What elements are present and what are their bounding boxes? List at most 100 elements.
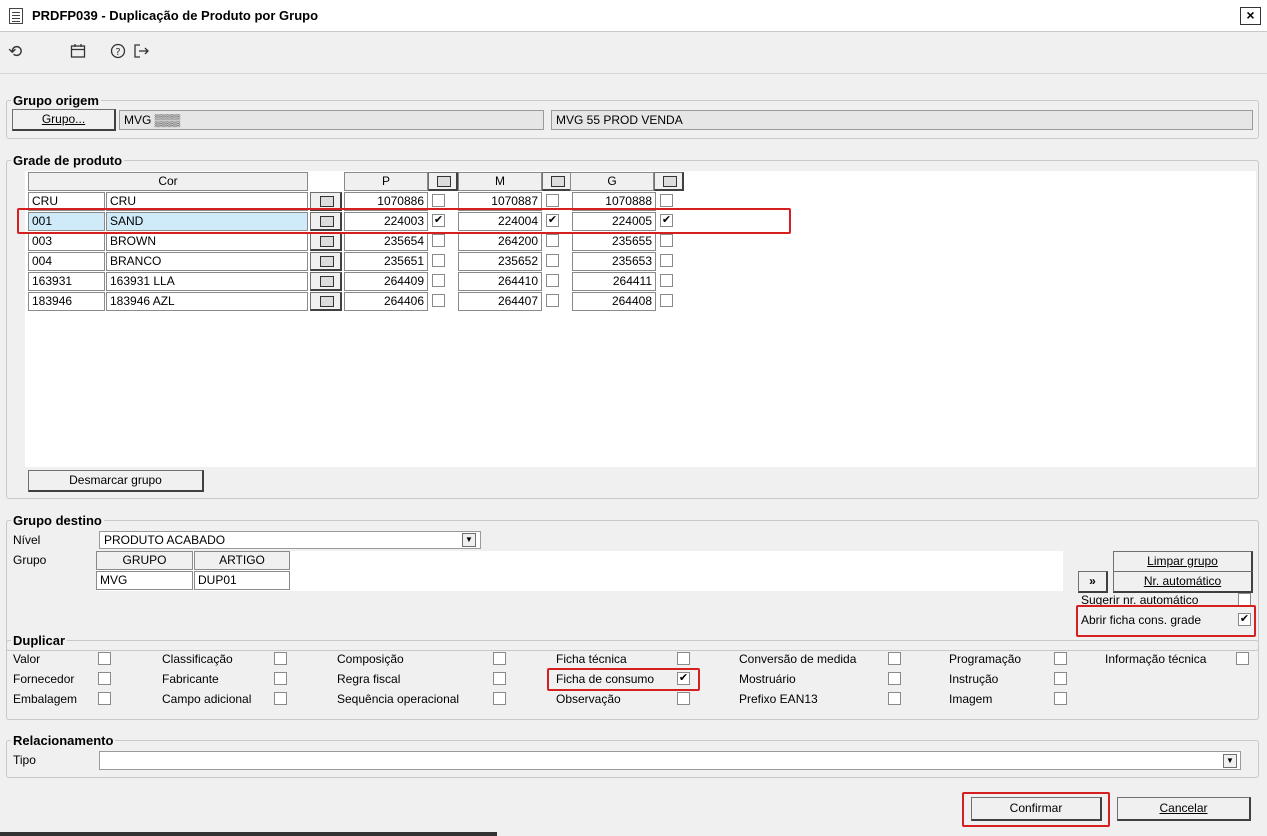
duplicar-checkbox[interactable] <box>493 692 506 705</box>
duplicar-checkbox[interactable] <box>1054 692 1067 705</box>
duplicar-label: Ficha técnica <box>556 652 627 666</box>
size-checkbox[interactable] <box>432 274 445 287</box>
duplicar-checkbox[interactable] <box>98 692 111 705</box>
row-select-button[interactable] <box>310 272 342 291</box>
duplicar-label: Campo adicional <box>162 692 252 706</box>
duplicar-label: Mostruário <box>739 672 796 686</box>
size-value-cell[interactable]: 264408 <box>572 292 656 311</box>
row-code-cell[interactable]: 003 <box>28 232 105 251</box>
grupo-value-cell[interactable]: MVG <box>96 571 193 590</box>
select-all-size-P-button[interactable] <box>428 172 458 191</box>
duplicar-label: Embalagem <box>13 692 78 706</box>
calendar-icon[interactable] <box>70 43 86 63</box>
grupo-button-label: Grupo... <box>41 112 86 126</box>
undo-icon[interactable]: ⟲ <box>8 43 22 61</box>
size-value-cell[interactable]: 264409 <box>344 272 428 291</box>
size-checkbox[interactable] <box>660 274 673 287</box>
size-value-cell[interactable]: 235654 <box>344 232 428 251</box>
size-checkbox[interactable] <box>660 254 673 267</box>
size-value-cell[interactable]: 235655 <box>572 232 656 251</box>
cancelar-label: Cancelar <box>1159 801 1208 815</box>
size-value-cell[interactable]: 264200 <box>458 232 542 251</box>
select-all-size-G-button[interactable] <box>654 172 684 191</box>
duplicar-label: Valor <box>13 652 41 666</box>
duplicar-checkbox[interactable] <box>1054 672 1067 685</box>
close-button[interactable]: × <box>1240 7 1261 25</box>
nivel-select[interactable]: PRODUTO ACABADO <box>99 531 481 549</box>
size-checkbox[interactable] <box>546 194 559 207</box>
highlight-sand-row <box>17 208 791 234</box>
svg-text:?: ? <box>115 47 120 58</box>
tipo-select[interactable] <box>99 751 1241 770</box>
duplicar-checkbox[interactable] <box>98 672 111 685</box>
duplicar-label: Composição <box>337 652 404 666</box>
select-all-size-M-button[interactable] <box>542 172 572 191</box>
duplicar-checkbox[interactable] <box>274 692 287 705</box>
nivel-dropdown-icon[interactable]: ▼ <box>462 533 476 547</box>
row-name-cell[interactable]: BRANCO <box>106 252 308 271</box>
duplicar-checkbox[interactable] <box>888 652 901 665</box>
row-code-cell[interactable]: 163931 <box>28 272 105 291</box>
size-checkbox[interactable] <box>432 294 445 307</box>
duplicar-label: Conversão de medida <box>739 652 857 666</box>
duplicar-checkbox[interactable] <box>1054 652 1067 665</box>
size-value-cell[interactable]: 235651 <box>344 252 428 271</box>
size-checkbox[interactable] <box>660 234 673 247</box>
grupo-origem-legend: Grupo origem <box>13 93 99 108</box>
duplicar-label: Regra fiscal <box>337 672 401 686</box>
duplicar-legend: Duplicar <box>13 633 66 648</box>
duplicar-label: Informação técnica <box>1105 652 1207 666</box>
row-name-cell[interactable]: 163931 LLA <box>106 272 308 291</box>
size-checkbox[interactable] <box>660 294 673 307</box>
duplicar-checkbox[interactable] <box>888 692 901 705</box>
help-icon[interactable]: ? <box>110 43 126 63</box>
duplicar-label: Instrução <box>949 672 999 686</box>
nr-automatico-button[interactable]: Nr. automático <box>1113 571 1253 593</box>
size-checkbox[interactable] <box>546 274 559 287</box>
duplicar-checkbox[interactable] <box>274 652 287 665</box>
size-checkbox[interactable] <box>432 194 445 207</box>
size-checkbox[interactable] <box>660 194 673 207</box>
row-select-button[interactable] <box>310 292 342 311</box>
size-value-cell[interactable]: 235653 <box>572 252 656 271</box>
size-checkbox[interactable] <box>546 294 559 307</box>
status-strip <box>0 832 497 836</box>
row-name-cell[interactable]: 183946 AZL <box>106 292 308 311</box>
artigo-value-cell[interactable]: DUP01 <box>194 571 290 590</box>
size-checkbox[interactable] <box>546 234 559 247</box>
exit-icon[interactable] <box>133 43 151 63</box>
col-artigo-header: ARTIGO <box>194 551 290 570</box>
duplicar-checkbox[interactable] <box>274 672 287 685</box>
size-value-cell[interactable]: 264407 <box>458 292 542 311</box>
duplicar-checkbox[interactable] <box>888 672 901 685</box>
duplicar-checkbox[interactable] <box>98 652 111 665</box>
row-code-cell[interactable]: 004 <box>28 252 105 271</box>
limpar-grupo-button[interactable]: Limpar grupo <box>1113 551 1253 573</box>
size-value-cell[interactable]: 264411 <box>572 272 656 291</box>
arrow-button[interactable]: » <box>1078 571 1108 593</box>
toolbar: ⟲ ? <box>0 32 1267 74</box>
duplicar-checkbox[interactable] <box>493 652 506 665</box>
size-value-cell[interactable]: 264406 <box>344 292 428 311</box>
size-value-cell[interactable]: 264410 <box>458 272 542 291</box>
duplicar-checkbox[interactable] <box>1236 652 1249 665</box>
duplicar-label: Prefixo EAN13 <box>739 692 818 706</box>
size-value-cell[interactable]: 235652 <box>458 252 542 271</box>
row-select-button[interactable] <box>310 252 342 271</box>
grupo-label: Grupo <box>13 553 47 567</box>
row-code-cell[interactable]: 183946 <box>28 292 105 311</box>
grupo-button[interactable]: Grupo... <box>12 109 116 131</box>
desmarcar-grupo-button[interactable]: Desmarcar grupo <box>28 470 204 492</box>
duplicar-checkbox[interactable] <box>677 692 690 705</box>
cancelar-button[interactable]: Cancelar <box>1117 797 1251 821</box>
row-select-button[interactable] <box>310 232 342 251</box>
size-checkbox[interactable] <box>432 234 445 247</box>
row-name-cell[interactable]: BROWN <box>106 232 308 251</box>
tipo-dropdown-icon[interactable]: ▼ <box>1223 754 1237 768</box>
duplicar-checkbox[interactable] <box>677 652 690 665</box>
size-checkbox[interactable] <box>432 254 445 267</box>
size-checkbox[interactable] <box>546 254 559 267</box>
col-grupo-header: GRUPO <box>96 551 193 570</box>
origem-description-field: MVG 55 PROD VENDA <box>551 110 1253 130</box>
duplicar-checkbox[interactable] <box>493 672 506 685</box>
